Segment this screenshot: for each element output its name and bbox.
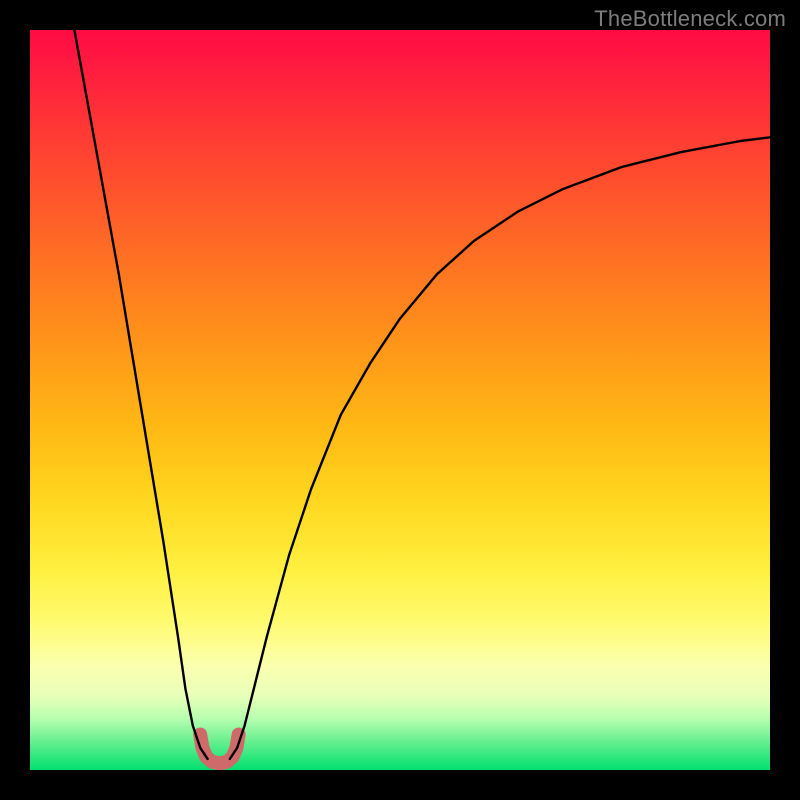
series-left-arm (74, 30, 207, 759)
chart-svg (30, 30, 770, 770)
u-marker (200, 734, 238, 763)
series-right-arm (230, 137, 770, 759)
watermark-text: TheBottleneck.com (594, 6, 786, 32)
outer-frame: TheBottleneck.com (0, 0, 800, 800)
plot-area (30, 30, 770, 770)
